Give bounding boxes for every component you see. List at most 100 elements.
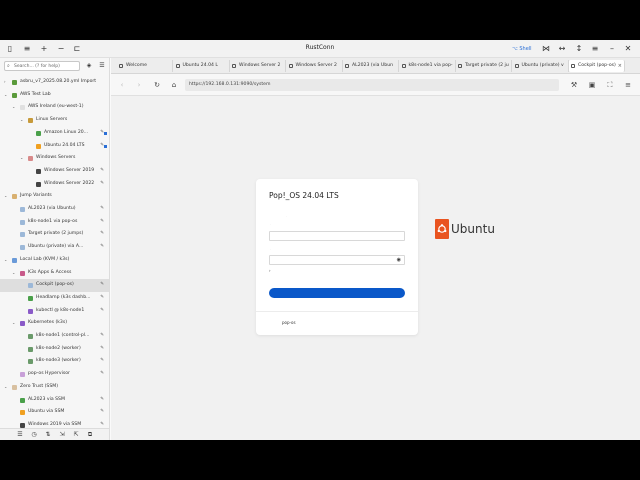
more-icon[interactable]: ≡ (623, 80, 633, 90)
forward-icon[interactable]: › (134, 80, 144, 90)
tree-item[interactable]: k8s-node1 via pop-os ✎ (0, 216, 109, 229)
tree-item[interactable]: kubectl @ k8s-node1 ✎ (0, 305, 109, 318)
edit-icon[interactable]: ✎ (100, 330, 104, 343)
sort-icon[interactable]: ⇅ (44, 431, 52, 439)
tree-item[interactable]: Target private (2 jumps) ✎ (0, 228, 109, 241)
tab[interactable]: k8s-node1 via pop- (400, 60, 456, 72)
remove-icon[interactable]: − (55, 43, 67, 55)
connected-indicator (104, 144, 107, 148)
edit-icon[interactable]: ✎ (100, 305, 104, 318)
chevron-right-icon[interactable]: › (4, 76, 6, 89)
tree-item[interactable]: Windows Server 2019 ✎ (0, 165, 109, 178)
tree-item[interactable]: ⌄ Windows Servers (0, 152, 109, 165)
tree-item[interactable]: Headlamp (k3s dashb... ✎ (0, 292, 109, 305)
tree-item[interactable]: ⌄ Zero Trust (SSM) (0, 381, 109, 394)
tree-item[interactable]: ⌄ Local Lab (KVM / k3s) (0, 254, 109, 267)
filter-icon[interactable]: ◈ (85, 62, 93, 70)
tree-item[interactable]: ⌄ Linux Servers (0, 114, 109, 127)
folder-add-icon[interactable]: ⊏ (71, 43, 83, 55)
close-icon[interactable]: ✕ (622, 43, 634, 55)
split-horizontal-icon[interactable]: ↔ (556, 43, 568, 55)
tools-icon[interactable]: ⚒ (569, 80, 579, 90)
add-icon[interactable]: + (38, 43, 50, 55)
login-button[interactable] (269, 288, 405, 298)
tree-item[interactable]: Ubuntu via SSM ✎ (0, 406, 109, 419)
tree-item[interactable]: ⌄ K3s Apps & Access (0, 267, 109, 280)
edit-icon[interactable]: ✎ (100, 406, 104, 419)
tab[interactable]: Target private (2 ju (456, 60, 512, 72)
tab[interactable]: Cockpit (pop-os) × (569, 60, 625, 72)
menu-icon[interactable]: ≡ (21, 43, 33, 55)
tree-item[interactable]: › asbru_v7_2025.08.20.yml Import (0, 76, 109, 89)
edit-icon[interactable]: ✎ (100, 241, 104, 254)
password-input[interactable]: ◉ (269, 255, 405, 265)
tab[interactable]: Windows Server 2 (230, 60, 286, 72)
screenshot-icon[interactable]: ▣ (587, 80, 597, 90)
search-input[interactable]: ⌕ Search... (? for help) (4, 61, 80, 71)
edit-icon[interactable]: ✎ (100, 368, 104, 381)
tree-item[interactable]: ⌄ AWS Ireland (eu-west-1) (0, 101, 109, 114)
chevron-down-icon[interactable]: ⌄ (20, 114, 23, 127)
tree-item[interactable]: k8s-node1 (control-pl... ✎ (0, 330, 109, 343)
tree-item[interactable]: Ubuntu 24.04 LTS ✎ (0, 140, 109, 153)
edit-icon[interactable]: ✎ (100, 203, 104, 216)
username-input[interactable] (269, 231, 405, 241)
export-icon[interactable]: ⇱ (72, 431, 80, 439)
list-icon[interactable]: ☰ (16, 431, 24, 439)
chevron-down-icon[interactable]: ⌄ (12, 317, 15, 330)
split-vertical-icon[interactable]: ↕ (573, 43, 585, 55)
chevron-down-icon[interactable]: ⌄ (12, 267, 15, 280)
edit-icon[interactable]: ✎ (100, 394, 104, 407)
fullscreen-icon[interactable]: ⛶ (605, 80, 615, 90)
tree-item[interactable]: AL2023 via SSM ✎ (0, 394, 109, 407)
tab[interactable]: Ubuntu 24.04 L (174, 60, 230, 72)
server-icon (36, 143, 41, 149)
shell-button[interactable]: ⌥ Shell (512, 43, 532, 55)
list-view-icon[interactable]: ☰ (98, 62, 106, 70)
minimize-icon[interactable]: – (606, 43, 618, 55)
other-options-toggle[interactable]: › (269, 268, 271, 273)
sidebar-toggle-icon[interactable]: ▯ (4, 43, 16, 55)
back-icon[interactable]: ‹ (117, 80, 127, 90)
chevron-down-icon[interactable]: ⌄ (12, 101, 15, 114)
chevron-down-icon[interactable]: ⌄ (4, 89, 7, 102)
edit-icon[interactable]: ✎ (100, 279, 104, 292)
tab-close-icon[interactable]: × (618, 60, 622, 72)
tab[interactable]: AL2023 (via Ubun (343, 60, 399, 72)
tab[interactable]: Ubuntu (private) v (513, 60, 569, 72)
tree-item[interactable]: pop-os Hypervisor ✎ (0, 368, 109, 381)
reload-icon[interactable]: ↻ (152, 80, 162, 90)
edit-icon[interactable]: ✎ (100, 343, 104, 356)
tab[interactable]: Welcome (117, 60, 173, 72)
chevron-down-icon[interactable]: ⌄ (4, 254, 7, 267)
tab[interactable]: Windows Server 2 (287, 60, 343, 72)
tree-item[interactable]: ⌄ AWS Test Lab (0, 89, 109, 102)
import-icon[interactable]: ⇲ (58, 431, 66, 439)
eye-icon[interactable]: ◉ (397, 257, 401, 263)
tree-item[interactable]: Amazon Linux 20... ✎ (0, 127, 109, 140)
edit-icon[interactable]: ✎ (100, 228, 104, 241)
history-icon[interactable]: ◷ (30, 431, 38, 439)
split-icon[interactable]: ⋈ (540, 43, 552, 55)
edit-icon[interactable]: ✎ (100, 355, 104, 368)
hamburger-menu-icon[interactable]: ≡ (589, 43, 601, 55)
home-icon[interactable]: ⌂ (169, 80, 179, 90)
tree-item[interactable]: k8s-node2 (worker) ✎ (0, 343, 109, 356)
tree-item[interactable]: Cockpit (pop-os) ✎ (0, 279, 109, 292)
connected-indicator (104, 131, 107, 135)
tree-item[interactable]: ⌄ Jump Variants (0, 190, 109, 203)
url-bar[interactable]: https://192.168.0.131:9090/system (185, 79, 559, 91)
chevron-down-icon[interactable]: ⌄ (4, 381, 7, 394)
tree-item[interactable]: Ubuntu (private) via A... ✎ (0, 241, 109, 254)
edit-icon[interactable]: ✎ (100, 216, 104, 229)
tree-item[interactable]: ⌄ Kubernetes (k3s) (0, 317, 109, 330)
tree-item[interactable]: Windows Server 2022 ✎ (0, 178, 109, 191)
tree-item[interactable]: AL2023 (via Ubuntu) ✎ (0, 203, 109, 216)
edit-icon[interactable]: ✎ (100, 292, 104, 305)
copy-icon[interactable]: ⧉ (86, 431, 94, 439)
tree-item[interactable]: k8s-node3 (worker) ✎ (0, 355, 109, 368)
edit-icon[interactable]: ✎ (100, 178, 104, 191)
edit-icon[interactable]: ✎ (100, 165, 104, 178)
chevron-down-icon[interactable]: ⌄ (4, 190, 7, 203)
chevron-down-icon[interactable]: ⌄ (20, 152, 23, 165)
